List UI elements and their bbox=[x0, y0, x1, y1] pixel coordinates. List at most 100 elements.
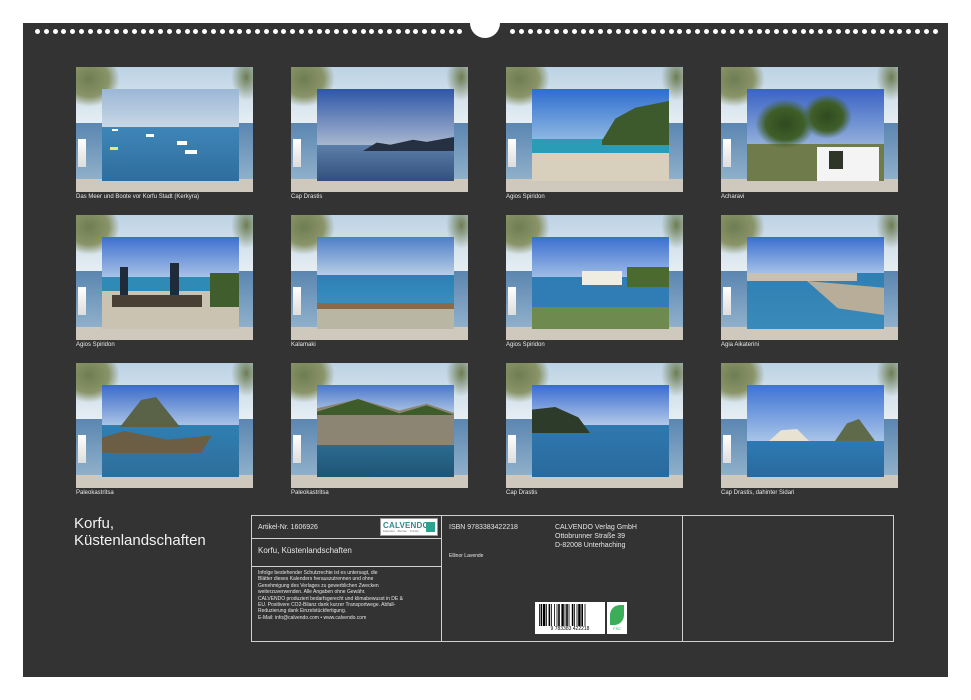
binding-hole bbox=[114, 29, 120, 34]
binding-hole bbox=[686, 29, 692, 34]
barcode-bars bbox=[539, 604, 586, 626]
binding-hole bbox=[906, 29, 912, 34]
photo-caption: Das Meer und Boote vor Korfu Stadt (Kerk… bbox=[76, 194, 200, 200]
binding-hole bbox=[140, 29, 146, 34]
umbrella-frame bbox=[723, 287, 731, 315]
binding-hole bbox=[809, 29, 815, 34]
barcode-bar bbox=[566, 604, 568, 626]
photo-caption: Paleokastritsa bbox=[291, 490, 329, 496]
photo-image bbox=[506, 215, 683, 340]
calendar-title-line2: Küstenlandschaften bbox=[74, 532, 206, 549]
binding-hole bbox=[131, 29, 137, 34]
photo-caption: Cap Drastis bbox=[506, 490, 538, 496]
umbrella-frame bbox=[78, 435, 86, 463]
binding-hole bbox=[607, 29, 612, 34]
binding-hole bbox=[123, 29, 128, 34]
barcode-bar bbox=[571, 604, 574, 626]
barcode-bar bbox=[564, 604, 566, 626]
photo-tile: Paleokastritsa bbox=[291, 363, 468, 496]
photo-image bbox=[506, 67, 683, 192]
binding-hole bbox=[879, 29, 885, 34]
photo-white-cliffs-sea bbox=[747, 385, 884, 477]
photo-tile: Paleokastritsa bbox=[76, 363, 253, 496]
umbrella-frame bbox=[508, 435, 516, 463]
barcode-bar bbox=[539, 604, 540, 626]
photo-caption: Acharavi bbox=[721, 194, 745, 200]
binding-hole bbox=[61, 29, 67, 34]
binding-hole bbox=[263, 29, 269, 34]
binding-hole bbox=[598, 29, 604, 34]
photo-tile: Agios Spiridon bbox=[76, 215, 253, 348]
binding-hole bbox=[343, 29, 348, 34]
photo-image bbox=[506, 363, 683, 488]
binding-hole bbox=[167, 29, 172, 34]
binding-hole bbox=[932, 29, 938, 34]
binding-hole bbox=[703, 29, 709, 34]
umbrella-frame bbox=[723, 435, 731, 463]
barcode-bar bbox=[543, 604, 546, 626]
binding-hole bbox=[228, 29, 234, 34]
binding-hole bbox=[677, 29, 683, 34]
binding-hole bbox=[105, 29, 111, 34]
binding-hole bbox=[862, 29, 868, 34]
barcode-bar bbox=[574, 604, 575, 626]
binding-hole bbox=[765, 29, 771, 34]
umbrella-frame bbox=[293, 139, 301, 167]
info-column-article: Artikel-Nr. 1606926 CALVENDO Kalender · … bbox=[252, 516, 442, 641]
binding-hole bbox=[422, 29, 428, 34]
binding-hole bbox=[369, 29, 375, 34]
isbn-barcode: 9 783383 422218 bbox=[535, 602, 605, 634]
binding-hole bbox=[404, 29, 410, 34]
binding-hole bbox=[184, 29, 190, 34]
barcode-bar bbox=[540, 604, 543, 626]
binding-hole bbox=[756, 29, 762, 34]
binding-hole bbox=[360, 29, 366, 34]
binding-hole bbox=[149, 29, 155, 34]
binding-hole bbox=[897, 29, 903, 34]
binding-hole bbox=[888, 29, 894, 34]
binding-hole bbox=[747, 29, 753, 34]
binding-hole bbox=[378, 29, 384, 34]
calvendo-logo-subtitle: Kalender · Bücher · Puzzle bbox=[383, 529, 419, 533]
umbrella-frame bbox=[78, 139, 86, 167]
photo-caption: Agios Spiridon bbox=[506, 194, 545, 200]
eco-badge: FSC bbox=[607, 602, 627, 634]
publisher-name: CALVENDO Verlag GmbH bbox=[555, 524, 637, 531]
binding-hole bbox=[615, 29, 621, 34]
photo-palm-garden-gate bbox=[747, 89, 884, 181]
legal-line: E-Mail: info@calvendo.com • www.calvendo… bbox=[258, 614, 367, 621]
binding-hole bbox=[651, 29, 656, 34]
binding-hole bbox=[79, 29, 84, 34]
binding-hole bbox=[96, 29, 102, 34]
photo-tile: Acharavi bbox=[721, 67, 898, 200]
binding-hole bbox=[307, 29, 313, 34]
binding-hole bbox=[52, 29, 58, 34]
binding-hole bbox=[70, 29, 76, 34]
author-name: Ellinor Lavende bbox=[449, 553, 484, 559]
binding-hole bbox=[791, 29, 797, 34]
photo-tile: Agios Spiridon bbox=[506, 215, 683, 348]
binding-hole bbox=[624, 29, 630, 34]
binding-hole bbox=[844, 29, 850, 34]
barcode-bar bbox=[568, 604, 570, 626]
barcode-bar bbox=[576, 604, 578, 626]
binding-hole bbox=[413, 29, 419, 34]
binding-hole bbox=[712, 29, 718, 34]
photo-tile: Cap Drastis bbox=[506, 363, 683, 496]
photo-rock-island-sea bbox=[532, 385, 669, 477]
photo-image bbox=[721, 67, 898, 192]
leaf-icon bbox=[610, 605, 624, 625]
binding-hole bbox=[818, 29, 824, 34]
binding-hole bbox=[351, 29, 357, 34]
binding-hole bbox=[299, 29, 304, 34]
binding-hole bbox=[783, 29, 788, 34]
binding-hole bbox=[219, 29, 225, 34]
photo-beach-umbrellas-tables bbox=[102, 237, 239, 329]
photo-tile: Cap Drastis bbox=[291, 67, 468, 200]
photo-image bbox=[76, 67, 253, 192]
binding-hole bbox=[431, 29, 436, 34]
binding-hole bbox=[527, 29, 533, 34]
binding-hole bbox=[853, 29, 859, 34]
binding-hole bbox=[281, 29, 287, 34]
binding-hole bbox=[835, 29, 841, 34]
